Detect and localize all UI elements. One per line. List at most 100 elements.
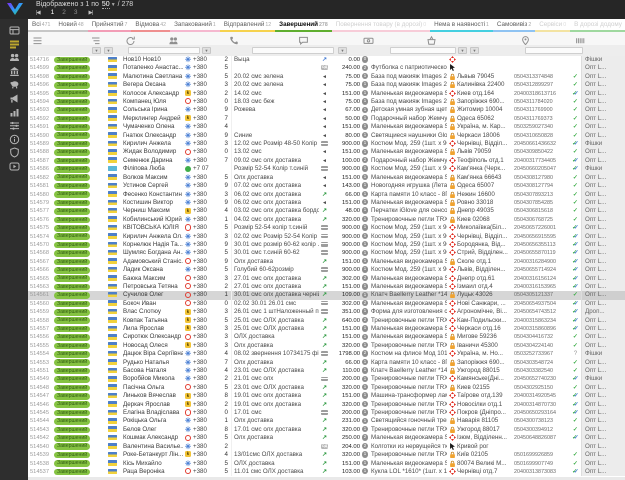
comment-cell[interactable]: 04.02 смс олх доставка bbox=[231, 216, 319, 224]
client-name-cell[interactable]: Петровська Тетяна bbox=[123, 283, 183, 291]
ttn-cell[interactable]: 20400316156124 bbox=[514, 275, 570, 283]
table-row[interactable]: 514551ЗавершенийБасова Наталя✳+380423.01… bbox=[28, 367, 625, 375]
city-cell[interactable] bbox=[457, 56, 514, 64]
status-badge[interactable]: Завершений bbox=[54, 90, 90, 97]
comment-cell[interactable]: Розмір 52-54 Колір т.синій bbox=[231, 165, 319, 173]
city-cell[interactable]: Ровно 33018 bbox=[457, 199, 514, 207]
ttn-cell[interactable] bbox=[514, 64, 570, 72]
client-name-cell[interactable]: Роке-Бетанкурт Лін... bbox=[123, 451, 183, 459]
client-name-cell[interactable]: Рокіцька Ольга bbox=[123, 417, 183, 425]
tab-сервіси[interactable]: Сервіси0 bbox=[535, 19, 570, 32]
filter-input[interactable] bbox=[128, 47, 200, 54]
city-cell[interactable]: 80074 Великі М... bbox=[457, 460, 514, 468]
table-row[interactable]: 514587ЗавершенийСеменюк Дарина✳+380709.0… bbox=[28, 157, 625, 165]
comment-cell[interactable]: 23.01 смс ОЛХ доставка bbox=[231, 384, 319, 392]
sidebar-item-orders-icon[interactable] bbox=[6, 39, 22, 50]
tab-в-дорозі-додому[interactable]: В дорозі додому bbox=[570, 19, 625, 32]
page-number[interactable]: 3 bbox=[74, 9, 78, 16]
client-name-cell[interactable]: Рудько Наталья bbox=[123, 359, 183, 367]
comment-cell[interactable]: 13.02 смс bbox=[231, 148, 319, 156]
city-cell[interactable]: Житомир 10004 bbox=[457, 106, 514, 114]
status-badge[interactable]: Завершений bbox=[54, 149, 90, 156]
table-row[interactable]: 514575ЗавершенийКВІТОВСЬКА ЮЛІЯ+3805Розм… bbox=[28, 224, 625, 232]
tab-новий[interactable]: Новий48 bbox=[54, 19, 87, 32]
status-badge[interactable]: Завершений bbox=[54, 141, 90, 148]
table-row[interactable]: 514561ЗавершенийСучилов Олег+380130.01 с… bbox=[28, 291, 625, 299]
ttn-cell[interactable]: 0501699907749 bbox=[514, 460, 570, 468]
client-name-cell[interactable]: Малютина Светлана bbox=[123, 73, 183, 81]
comment-cell[interactable]: 30.01 смс т.синій 60-62 bbox=[231, 249, 319, 257]
table-row[interactable]: 514546ЗавершенийДеркач Ярославk+380219.0… bbox=[28, 401, 625, 409]
comment-cell[interactable]: 25.01 смс ОЛХ доставка bbox=[231, 317, 319, 325]
client-name-cell[interactable]: Бокоч Иван bbox=[123, 300, 183, 308]
ttn-cell[interactable] bbox=[514, 443, 570, 451]
product-cell[interactable]: Тренировочные петли TRX Train... bbox=[370, 409, 447, 417]
comment-cell[interactable] bbox=[231, 123, 319, 131]
comment-cell[interactable]: Олх доставка bbox=[231, 342, 319, 350]
status-badge[interactable]: Завершений bbox=[54, 225, 90, 232]
city-cell[interactable]: Нові Санжари, ... bbox=[457, 300, 514, 308]
client-name-cell[interactable]: КВІТОВСЬКА ЮЛІЯ bbox=[123, 224, 183, 232]
client-name-cell[interactable]: Сучилов Олег bbox=[123, 291, 183, 299]
city-cell[interactable]: Чернівці отд.7 bbox=[457, 468, 514, 476]
comment-cell[interactable]: ОЛХ доставка bbox=[231, 333, 319, 341]
comment-cell[interactable] bbox=[231, 443, 319, 451]
status-badge[interactable]: Завершений bbox=[54, 74, 90, 81]
table-row[interactable]: 514582ЗавершенийВолков Максим✳+3805Олх д… bbox=[28, 174, 625, 182]
city-cell[interactable]: Агрономічне, Ві... bbox=[457, 308, 514, 316]
ttn-cell[interactable]: 0504300394912 bbox=[514, 426, 570, 434]
city-cell[interactable]: Львів 79059 bbox=[457, 148, 514, 156]
phone-cell[interactable]: +380 bbox=[193, 409, 219, 417]
comment-cell[interactable]: 23.01 смс ОЛХ доставка bbox=[231, 367, 319, 375]
ttn-cell[interactable]: 20400315860896 bbox=[514, 325, 570, 333]
filter-input[interactable] bbox=[252, 47, 334, 54]
product-cell[interactable]: Костюм Мод. 259 (1шт. х 900.00... bbox=[370, 233, 447, 241]
phone-cell[interactable]: +380 bbox=[193, 451, 219, 459]
ttn-cell[interactable]: 20450652740230 bbox=[514, 375, 570, 383]
status-badge[interactable]: Завершений bbox=[54, 309, 90, 316]
status-badge[interactable]: Завершений bbox=[54, 132, 90, 139]
product-cell[interactable]: Маленькая видеокамера SQ8 *... bbox=[370, 460, 447, 468]
product-cell[interactable]: Тренировочные петли TRX Train... bbox=[370, 342, 447, 350]
first-page-icon[interactable]: |◀ bbox=[36, 10, 40, 16]
status-badge[interactable]: Завершений bbox=[54, 65, 90, 72]
status-badge[interactable]: Завершений bbox=[54, 427, 90, 434]
comment-cell[interactable]: Олх доставка bbox=[231, 434, 319, 442]
app-logo[interactable] bbox=[4, 2, 26, 17]
phone-cell[interactable]: +380 bbox=[193, 308, 219, 316]
ttn-cell[interactable]: 20450656915595 bbox=[514, 233, 570, 241]
status-badge[interactable]: Завершений bbox=[54, 359, 90, 366]
city-cell[interactable]: Кам'янка 66643 bbox=[457, 174, 514, 182]
product-cell[interactable]: Костюм Мод. 259 (1шт. х 900.00... bbox=[370, 165, 447, 173]
product-cell[interactable]: Тренировочные петли TRX Train... bbox=[370, 216, 447, 224]
status-badge[interactable]: Завершений bbox=[54, 107, 90, 114]
city-cell[interactable]: Львів, Відділен... bbox=[457, 266, 514, 274]
product-cell[interactable]: Тренировочные петли TRX Train... bbox=[370, 317, 447, 325]
table-row[interactable]: 514559ЗавершенийВлас Слотюуk+380326.01 с… bbox=[28, 308, 625, 316]
status-badge[interactable]: Завершений bbox=[54, 469, 90, 476]
ttn-cell[interactable]: 20450657226001 bbox=[514, 224, 570, 232]
status-badge[interactable]: Завершений bbox=[54, 200, 90, 207]
ttn-cell[interactable]: 20450656355113 bbox=[514, 241, 570, 249]
phone-cell[interactable]: +380 bbox=[193, 199, 219, 207]
client-name-cell[interactable]: Чумаченко Олена bbox=[123, 123, 183, 131]
city-cell[interactable]: Чернівці, Відділ... bbox=[457, 140, 514, 148]
ttn-cell[interactable]: 0504311769373 bbox=[514, 115, 570, 123]
city-cell[interactable]: Ізюм, Відділенн... bbox=[457, 434, 514, 442]
sidebar-item-info-icon[interactable] bbox=[6, 134, 22, 145]
city-cell[interactable]: Одеса 65062 bbox=[457, 115, 514, 123]
phone-cell[interactable]: +380 bbox=[193, 283, 219, 291]
status-badge[interactable]: Завершений bbox=[54, 385, 90, 392]
phone-cell[interactable]: +380 bbox=[193, 300, 219, 308]
product-cell[interactable]: Кукла LOL *1610* (1шт. х 103.00... bbox=[370, 468, 447, 476]
client-name-cell[interactable]: Раца Вероніка bbox=[123, 468, 183, 476]
status-badge[interactable]: Завершений bbox=[54, 460, 90, 467]
table-row[interactable]: 514579ЗавершенийКостишин Виктор✳+380906.… bbox=[28, 199, 625, 207]
sidebar-item-video-icon[interactable] bbox=[6, 161, 22, 172]
product-cell[interactable]: База под макияж Images 24 Car... bbox=[370, 73, 447, 81]
product-cell[interactable]: Подарочный набор Жемчужина... bbox=[370, 157, 447, 165]
comment-cell[interactable]: Рожева bbox=[231, 106, 319, 114]
phone-cell[interactable]: +380 bbox=[193, 266, 219, 274]
table-row[interactable]: 514594ЗавершенийКомпанец Юля+380018.03 с… bbox=[28, 98, 625, 106]
client-name-cell[interactable]: Сиротюк Олександр bbox=[123, 333, 183, 341]
